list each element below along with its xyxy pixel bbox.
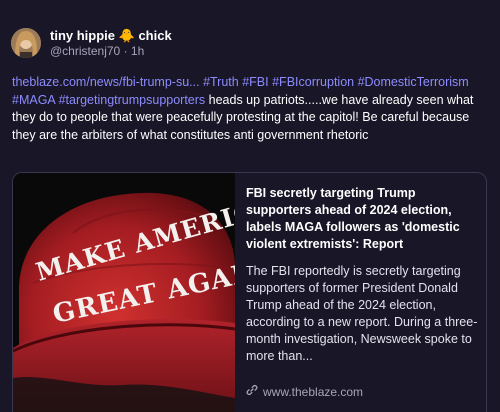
card-image: MAKE AMERICA GREAT AGAIN [13, 173, 235, 412]
link-preview-card[interactable]: MAKE AMERICA GREAT AGAIN FBI secretly ta… [12, 172, 487, 412]
handle-separator: · [123, 44, 128, 58]
hashtag-targetingtrumpsupporters[interactable]: #targetingtrumpsupporters [59, 93, 206, 107]
card-description: The FBI reportedly is secretly targeting… [246, 264, 478, 363]
post-time[interactable]: 1h [131, 44, 144, 58]
hashtag-maga[interactable]: #MAGA [12, 93, 55, 107]
display-name-suffix: chick [138, 28, 172, 43]
avatar[interactable] [11, 28, 41, 58]
hashtag-truth[interactable]: #Truth [203, 75, 239, 89]
card-domain[interactable]: www.theblaze.com [246, 384, 363, 399]
post-link[interactable]: theblaze.com/news/fbi-trump-su... [12, 75, 200, 89]
post: tiny hippie 🐥 chick @christenj70 · 1h th… [0, 0, 500, 412]
display-name[interactable]: tiny hippie 🐥 chick [50, 28, 172, 44]
hashtag-fbi[interactable]: #FBI [242, 75, 268, 89]
post-body: theblaze.com/news/fbi-trump-su... #Truth… [12, 74, 488, 144]
handle-row: @christenj70 · 1h [50, 44, 144, 58]
display-name-text: tiny hippie [50, 28, 115, 43]
link-icon [246, 384, 258, 399]
chick-emoji-icon: 🐥 [118, 28, 135, 43]
card-title[interactable]: FBI secretly targeting Trump supporters … [246, 185, 478, 253]
card-domain-text: www.theblaze.com [263, 384, 364, 399]
hashtag-fbicorruption[interactable]: #FBIcorruption [272, 75, 354, 89]
hashtag-domesticterrorism[interactable]: #DomesticTerrorism [358, 75, 469, 89]
author-handle[interactable]: @christenj70 [50, 44, 120, 58]
